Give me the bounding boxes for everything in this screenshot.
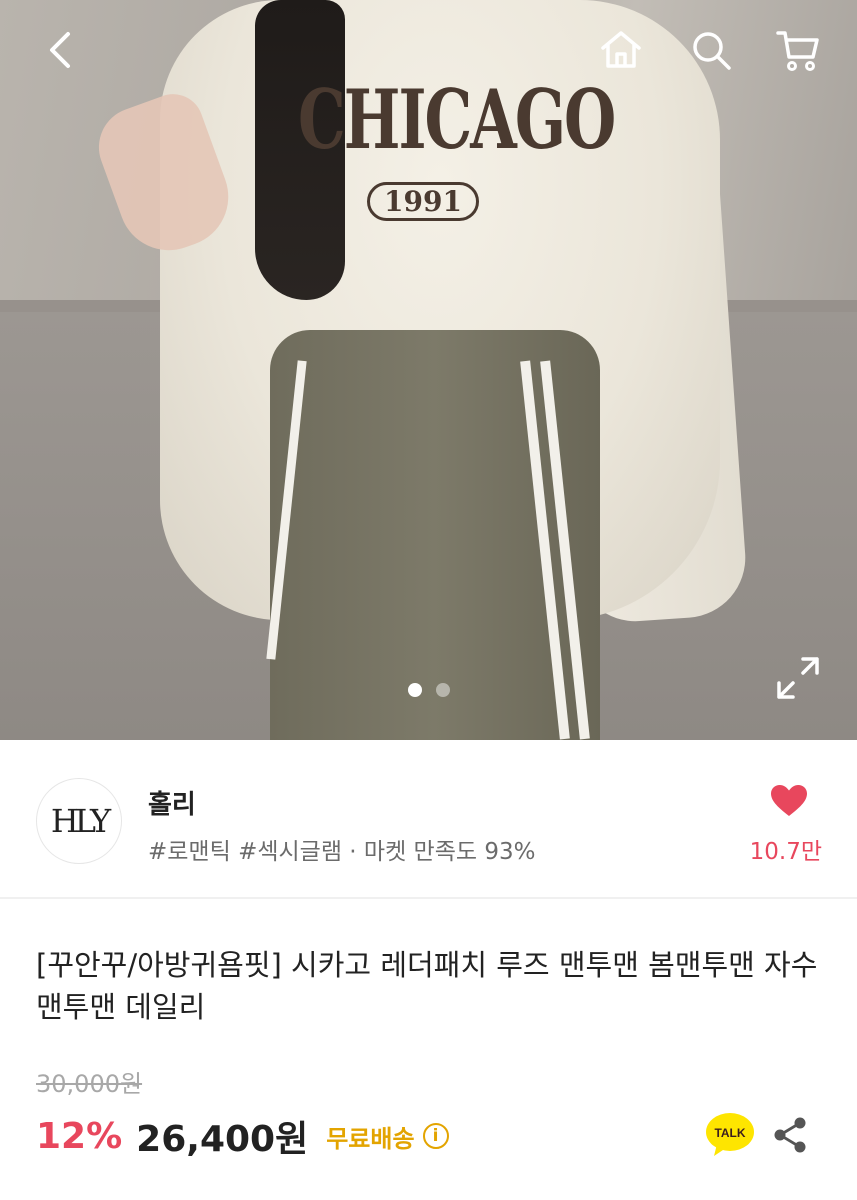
back-button[interactable]: [34, 22, 90, 78]
print-main-text: CHICAGO: [298, 73, 616, 169]
home-button[interactable]: [593, 22, 649, 78]
shipping-label: 무료배송: [326, 1124, 415, 1153]
sweater-print: CHICAGO 1991: [298, 74, 616, 230]
carousel-dots: [0, 683, 857, 697]
print-year-text: 1991: [367, 182, 479, 221]
chevron-left-icon: [50, 32, 70, 68]
price-row: 12% 26,400원 무료배송 i: [36, 1110, 449, 1162]
discount-rate: 12%: [36, 1115, 123, 1157]
original-price: 30,000원: [36, 1070, 143, 1098]
kakao-talk-label: TALK: [714, 1126, 745, 1140]
share-icon[interactable]: [771, 1115, 809, 1155]
carousel-dot[interactable]: [435, 683, 450, 697]
search-button[interactable]: [683, 22, 739, 78]
home-icon: [601, 31, 641, 68]
shop-info[interactable]: HLY 홀리 #로맨틱 #섹시글램 · 마켓 만족도 93% 10.7만: [0, 740, 857, 898]
expand-icon[interactable]: [775, 655, 821, 701]
kakao-talk-icon[interactable]: TALK: [705, 1112, 755, 1158]
shop-logo[interactable]: HLY: [36, 778, 122, 864]
carousel-dot-active[interactable]: [407, 683, 422, 697]
heart-icon[interactable]: [770, 784, 808, 818]
product-title: [꾸안꾸/아방귀욤핏] 시카고 레더패치 루즈 맨투맨 봄맨투맨 자수맨투맨 데…: [36, 948, 818, 1025]
shop-name[interactable]: 홀리: [148, 784, 196, 821]
like-count: 10.7만: [749, 839, 822, 865]
sale-price: 26,400원: [136, 1119, 309, 1160]
cart-icon: [776, 31, 819, 71]
cart-button[interactable]: [770, 22, 826, 78]
info-icon[interactable]: i: [422, 1123, 449, 1149]
search-icon: [693, 32, 731, 70]
divider: [0, 897, 857, 899]
product-image[interactable]: CHICAGO 1991: [0, 0, 857, 740]
shop-tags: #로맨틱 #섹시글램 · 마켓 만족도 93%: [148, 839, 536, 865]
